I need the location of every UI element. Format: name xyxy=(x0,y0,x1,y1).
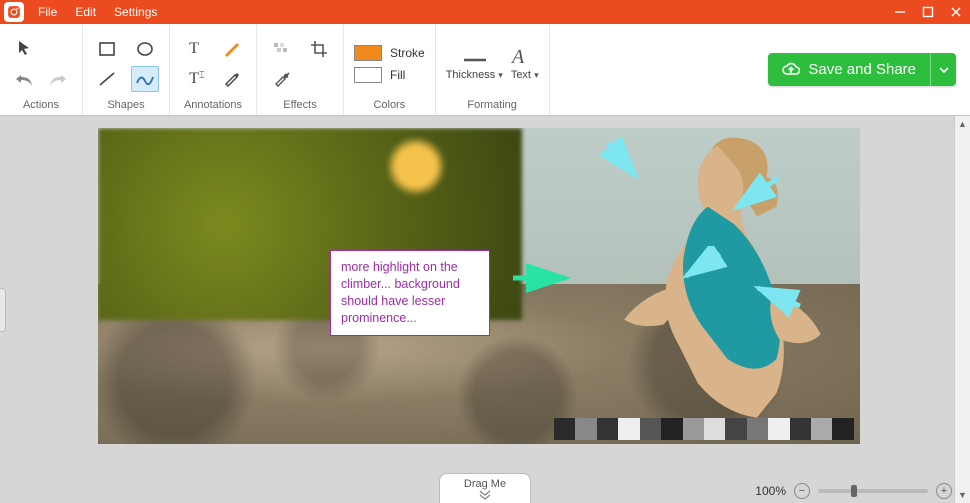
effect-crop[interactable] xyxy=(305,36,333,62)
scroll-down-icon[interactable]: ▼ xyxy=(955,487,970,503)
drag-me-tab[interactable]: Drag Me xyxy=(439,473,531,503)
cloud-upload-icon xyxy=(782,62,800,78)
undo-button[interactable] xyxy=(10,67,38,93)
zoom-out-button[interactable]: − xyxy=(794,483,810,499)
thickness-dropdown[interactable] xyxy=(460,51,490,69)
app-logo xyxy=(4,2,24,22)
group-label-formatting: Formating xyxy=(467,99,517,115)
group-label-shapes: Shapes xyxy=(107,99,144,115)
left-panel-handle[interactable] xyxy=(0,288,6,332)
shape-line[interactable] xyxy=(93,66,121,92)
group-shapes: Shapes xyxy=(83,24,170,115)
shape-freehand[interactable] xyxy=(131,66,159,92)
menubar: File Edit Settings xyxy=(30,2,165,22)
arrow-annotation-cyan-1[interactable] xyxy=(598,138,648,188)
zoom-in-button[interactable]: + xyxy=(936,483,952,499)
arrow-annotation-cyan-3[interactable] xyxy=(748,278,808,318)
shape-ellipse[interactable] xyxy=(131,36,159,62)
window-minimize-button[interactable] xyxy=(886,0,914,24)
group-label-actions: Actions xyxy=(23,99,59,115)
stroke-label: Stroke xyxy=(390,46,425,60)
text-format-label: Text ▾ xyxy=(511,69,539,81)
save-area: Save and Share xyxy=(550,24,970,115)
canvas-area: more highlight on the climber... backgro… xyxy=(0,116,970,503)
text-format-dropdown[interactable]: A xyxy=(512,46,524,69)
fill-color-swatch[interactable] xyxy=(354,67,382,83)
arrow-annotation-green[interactable] xyxy=(508,258,578,298)
menu-settings[interactable]: Settings xyxy=(106,2,165,22)
image-canvas[interactable]: more highlight on the climber... backgro… xyxy=(98,128,860,444)
group-annotations: T T⌶ Annotations xyxy=(170,24,257,115)
save-dropdown-caret[interactable] xyxy=(930,53,956,86)
chevron-down-double-icon xyxy=(478,490,492,500)
scroll-up-icon[interactable]: ▲ xyxy=(955,116,970,132)
annotation-text-cursor[interactable]: T⌶ xyxy=(180,66,208,92)
effect-pixelate[interactable] xyxy=(267,36,295,62)
shape-rectangle[interactable] xyxy=(93,36,121,62)
select-tool[interactable] xyxy=(10,35,38,61)
annotation-highlighter[interactable] xyxy=(218,66,246,92)
drag-me-label: Drag Me xyxy=(464,478,506,490)
arrow-annotation-cyan-4[interactable] xyxy=(678,246,728,286)
save-and-share-button[interactable]: Save and Share xyxy=(768,53,956,86)
window-close-button[interactable] xyxy=(942,0,970,24)
zoom-controls: 100% − + xyxy=(755,483,952,499)
group-colors: Stroke Fill Colors xyxy=(344,24,436,115)
annotation-callout[interactable]: more highlight on the climber... backgro… xyxy=(330,250,490,336)
caret-icon: ▾ xyxy=(534,70,539,80)
annotation-text[interactable]: T xyxy=(180,36,208,62)
group-formatting: A Thickness ▾ Text ▾ Formating xyxy=(436,24,550,115)
caret-icon: ▾ xyxy=(498,70,503,80)
vertical-scrollbar[interactable]: ▲ ▼ xyxy=(954,116,970,503)
stroke-color-swatch[interactable] xyxy=(354,45,382,61)
effect-eyedropper[interactable] xyxy=(267,66,295,92)
group-label-colors: Colors xyxy=(373,99,405,115)
group-actions: Actions xyxy=(0,24,83,115)
pixelated-region xyxy=(554,418,854,440)
redo-button[interactable] xyxy=(44,67,72,93)
titlebar: File Edit Settings xyxy=(0,0,970,24)
fill-label: Fill xyxy=(390,68,405,82)
menu-file[interactable]: File xyxy=(30,2,65,22)
ribbon: Actions Shapes T T⌶ Annotations xyxy=(0,24,970,116)
annotation-callout-text: more highlight on the climber... backgro… xyxy=(341,260,460,325)
menu-edit[interactable]: Edit xyxy=(67,2,104,22)
window-maximize-button[interactable] xyxy=(914,0,942,24)
save-button-label: Save and Share xyxy=(808,61,916,78)
group-label-effects: Effects xyxy=(283,99,316,115)
group-effects: Effects xyxy=(257,24,344,115)
zoom-slider[interactable] xyxy=(818,489,928,493)
group-label-annotations: Annotations xyxy=(184,99,242,115)
arrow-annotation-cyan-2[interactable] xyxy=(726,170,786,220)
zoom-slider-thumb[interactable] xyxy=(851,485,857,497)
zoom-value: 100% xyxy=(755,484,786,498)
thickness-label: Thickness ▾ xyxy=(446,69,503,81)
annotation-pen[interactable] xyxy=(218,36,246,62)
